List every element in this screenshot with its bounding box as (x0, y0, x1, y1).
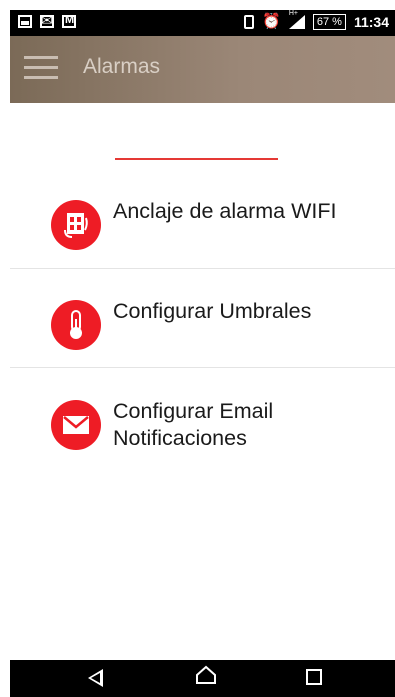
mail-icon (40, 12, 54, 29)
system-icons: ⏰ H+ 67 % 11:34 (244, 10, 389, 30)
menu-item-label: Anclaje de alarma WIFI (113, 199, 337, 223)
notification-icons (18, 12, 76, 29)
clock: 11:34 (353, 14, 389, 30)
router-link-icon (51, 200, 101, 250)
signal-icon: H+ (288, 10, 305, 29)
gmail-icon (62, 14, 76, 28)
page-title: Alarmas (83, 55, 161, 78)
menu-item-label-line2: Notificaciones (113, 426, 247, 450)
menu-item-label: Configurar Umbrales (113, 299, 312, 323)
recent-apps-icon[interactable] (306, 669, 322, 685)
menu-item-email-notifications[interactable]: Configurar Email Notificaciones (10, 398, 395, 458)
menu-item-label-line1: Configurar Email (113, 399, 274, 423)
app-bar: Alarmas (10, 36, 395, 103)
alarm-clock-icon: ⏰ (262, 13, 281, 30)
hamburger-menu-icon[interactable] (24, 56, 58, 80)
back-triangle-icon[interactable] (88, 669, 103, 687)
divider (10, 268, 395, 269)
status-bar: ⏰ H+ 67 % 11:34 (10, 10, 395, 36)
menu-item-label: Configurar Email Notificaciones (113, 398, 273, 452)
navigation-bar (10, 660, 395, 697)
envelope-icon (51, 400, 101, 450)
vibrate-icon (244, 15, 255, 29)
gallery-icon (18, 15, 32, 28)
thermometer-icon (51, 300, 101, 350)
menu-item-thresholds[interactable]: Configurar Umbrales (10, 297, 395, 357)
home-icon[interactable] (195, 665, 217, 685)
battery-indicator: 67 % (312, 14, 346, 30)
network-type-label: H+ (288, 10, 299, 17)
divider (10, 367, 395, 368)
accent-divider (115, 158, 278, 160)
menu-item-wifi-anchor[interactable]: Anclaje de alarma WIFI (10, 197, 395, 257)
